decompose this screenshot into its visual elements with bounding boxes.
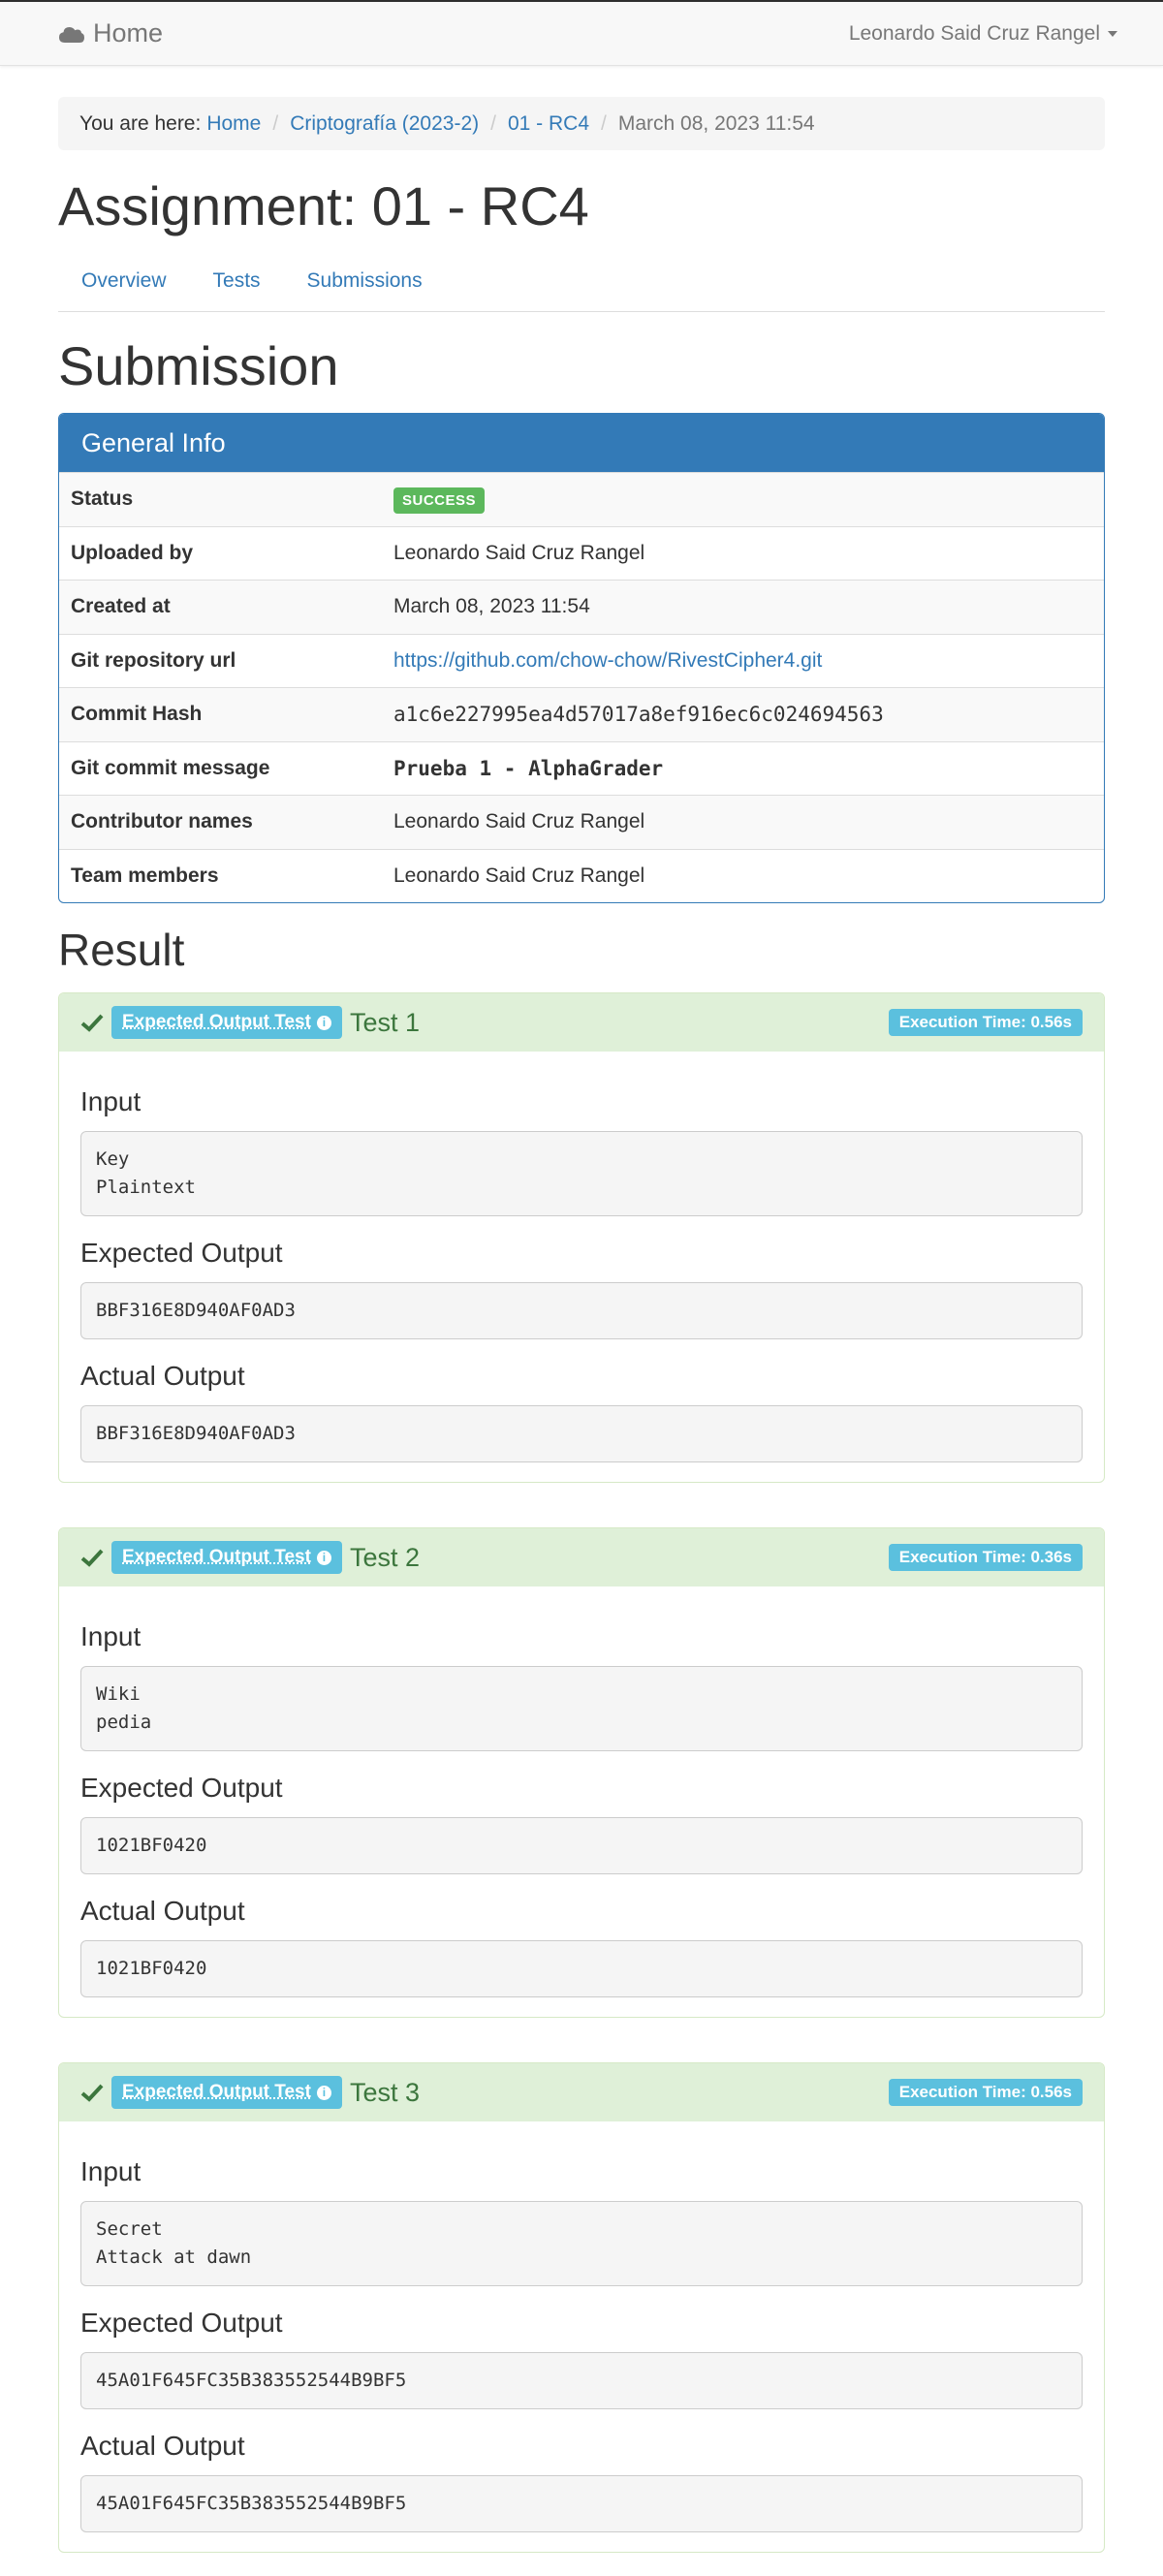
check-icon <box>80 2084 104 2102</box>
expected-output-label: Expected Output <box>80 1238 283 1268</box>
breadcrumb-separator: / <box>490 111 496 135</box>
info-label: Status <box>71 487 134 511</box>
info-row-commit-message: Git commit message Prueba 1 - AlphaGrade… <box>59 740 1104 796</box>
general-info-heading: General Info <box>59 414 1104 472</box>
input-label: Input <box>80 1621 141 1651</box>
info-row-commit-hash: Commit Hash a1c6e227995ea4d57017a8ef916e… <box>59 687 1104 741</box>
execution-time-badge: Execution Time: 0.56s <box>888 2079 1083 2106</box>
test-heading: Expected Output Test i Test 2 Execution T… <box>59 1528 1104 1586</box>
input-label: Input <box>80 2156 141 2186</box>
info-label: Team members <box>71 864 219 887</box>
info-row-repo-url: Git repository url https://github.com/ch… <box>59 633 1104 688</box>
breadcrumb-assignment[interactable]: 01 - RC4 <box>508 112 589 136</box>
status-badge: SUCCESS <box>393 487 486 515</box>
info-row-uploaded-by: Uploaded by Leonardo Said Cruz Rangel <box>59 525 1104 581</box>
actual-output-label: Actual Output <box>80 2431 245 2461</box>
test-type-badge[interactable]: Expected Output Test i <box>111 2076 342 2109</box>
general-info-panel: General Info Status SUCCESS Uploaded by … <box>58 413 1105 903</box>
tab-submissions[interactable]: Submissions <box>284 262 446 311</box>
test-body: Input Wiki pedia Expected Output 1021BF0… <box>59 1586 1104 2017</box>
info-icon: i <box>316 1015 331 1030</box>
info-label: Commit Hash <box>71 703 203 726</box>
info-label: Contributor names <box>71 810 253 833</box>
general-info-table: Status SUCCESS Uploaded by Leonardo Said… <box>59 472 1104 902</box>
test-name: Test 3 <box>349 2077 420 2107</box>
breadcrumb-separator: / <box>272 111 279 135</box>
info-row-team-members: Team members Leonardo Said Cruz Rangel <box>59 848 1104 903</box>
team-members-value: Leonardo Said Cruz Rangel <box>393 864 645 887</box>
info-icon: i <box>316 1550 331 1565</box>
actual-output-block: 1021BF0420 <box>80 1940 1083 1997</box>
test-body: Input Key Plaintext Expected Output BBF3… <box>59 1052 1104 1482</box>
breadcrumb-prefix: You are here: <box>79 111 202 135</box>
input-block: Secret Attack at dawn <box>80 2201 1083 2286</box>
actual-output-label: Actual Output <box>80 1361 245 1391</box>
breadcrumb: You are here: Home / Criptografía (2023-… <box>58 97 1105 150</box>
test-name: Test 1 <box>349 1007 420 1037</box>
test-name: Test 2 <box>349 1542 420 1572</box>
assignment-tabs: Overview Tests Submissions <box>58 262 1105 312</box>
test-type-label: Expected Output Test <box>122 1012 311 1032</box>
test-type-badge[interactable]: Expected Output Test i <box>111 1006 342 1039</box>
input-block: Key Plaintext <box>80 1131 1083 1216</box>
result-title: Result <box>58 925 185 975</box>
info-label: Created at <box>71 595 171 618</box>
tab-overview[interactable]: Overview <box>58 262 190 311</box>
cloud-icon <box>59 26 84 43</box>
test-panel: Expected Output Test i Test 1 Execution T… <box>58 992 1105 1483</box>
tab-tests[interactable]: Tests <box>190 262 284 311</box>
expected-output-block: 1021BF0420 <box>80 1817 1083 1874</box>
info-row-contributors: Contributor names Leonardo Said Cruz Ran… <box>59 795 1104 849</box>
user-menu-dropdown[interactable]: Leonardo Said Cruz Rangel <box>849 22 1117 46</box>
expected-output-block: BBF316E8D940AF0AD3 <box>80 1282 1083 1339</box>
breadcrumb-current: March 08, 2023 11:54 <box>617 111 815 135</box>
actual-output-block: 45A01F645FC35B383552544B9BF5 <box>80 2475 1083 2532</box>
check-icon <box>80 1549 104 1567</box>
actual-output-label: Actual Output <box>80 1896 245 1926</box>
repo-url-link[interactable]: https://github.com/chow-chow/RivestCiphe… <box>393 649 822 673</box>
contributors-value: Leonardo Said Cruz Rangel <box>393 810 645 833</box>
input-label: Input <box>80 1086 141 1116</box>
info-row-created-at: Created at March 08, 2023 11:54 <box>59 580 1104 634</box>
test-panel: Expected Output Test i Test 2 Execution T… <box>58 1527 1105 2018</box>
test-type-badge[interactable]: Expected Output Test i <box>111 1541 342 1574</box>
uploaded-by-value: Leonardo Said Cruz Rangel <box>393 541 645 564</box>
test-heading: Expected Output Test i Test 3 Execution T… <box>59 2063 1104 2121</box>
breadcrumb-course[interactable]: Criptografía (2023-2) <box>290 112 479 136</box>
info-label: Git commit message <box>71 756 270 779</box>
page-title: Assignment: 01 - RC4 <box>58 175 589 236</box>
expected-output-block: 45A01F645FC35B383552544B9BF5 <box>80 2352 1083 2409</box>
test-body: Input Secret Attack at dawn Expected Out… <box>59 2121 1104 2552</box>
execution-time-badge: Execution Time: 0.56s <box>888 1009 1083 1036</box>
caret-down-icon <box>1108 30 1117 37</box>
actual-output-block: BBF316E8D940AF0AD3 <box>80 1405 1083 1462</box>
expected-output-label: Expected Output <box>80 2308 283 2338</box>
created-at-value: March 08, 2023 11:54 <box>393 595 590 618</box>
brand-label: Home <box>93 18 164 47</box>
commit-message-value: Prueba 1 - AlphaGrader <box>393 756 664 780</box>
test-type-label: Expected Output Test <box>122 2082 311 2102</box>
test-heading: Expected Output Test i Test 1 Execution T… <box>59 993 1104 1052</box>
submission-title: Submission <box>58 335 339 396</box>
expected-output-label: Expected Output <box>80 1773 283 1803</box>
info-row-status: Status SUCCESS <box>59 472 1104 526</box>
user-name: Leonardo Said Cruz Rangel <box>848 21 1100 45</box>
info-label: Uploaded by <box>71 541 194 564</box>
input-block: Wiki pedia <box>80 1666 1083 1751</box>
navbar: Home Leonardo Said Cruz Rangel <box>0 0 1163 66</box>
test-type-label: Expected Output Test <box>122 1547 311 1567</box>
info-icon: i <box>316 2085 331 2100</box>
execution-time-badge: Execution Time: 0.36s <box>888 1544 1083 1571</box>
breadcrumb-separator: / <box>601 111 607 135</box>
test-panel: Expected Output Test i Test 3 Execution T… <box>58 2062 1105 2553</box>
info-value-cell: SUCCESS <box>393 487 486 515</box>
commit-hash-link[interactable]: a1c6e227995ea4d57017a8ef916ec6c024694563 <box>393 703 884 726</box>
info-label: Git repository url <box>71 648 236 672</box>
check-icon <box>80 1014 104 1032</box>
breadcrumb-home[interactable]: Home <box>206 112 261 136</box>
home-link[interactable]: Home <box>58 18 163 48</box>
